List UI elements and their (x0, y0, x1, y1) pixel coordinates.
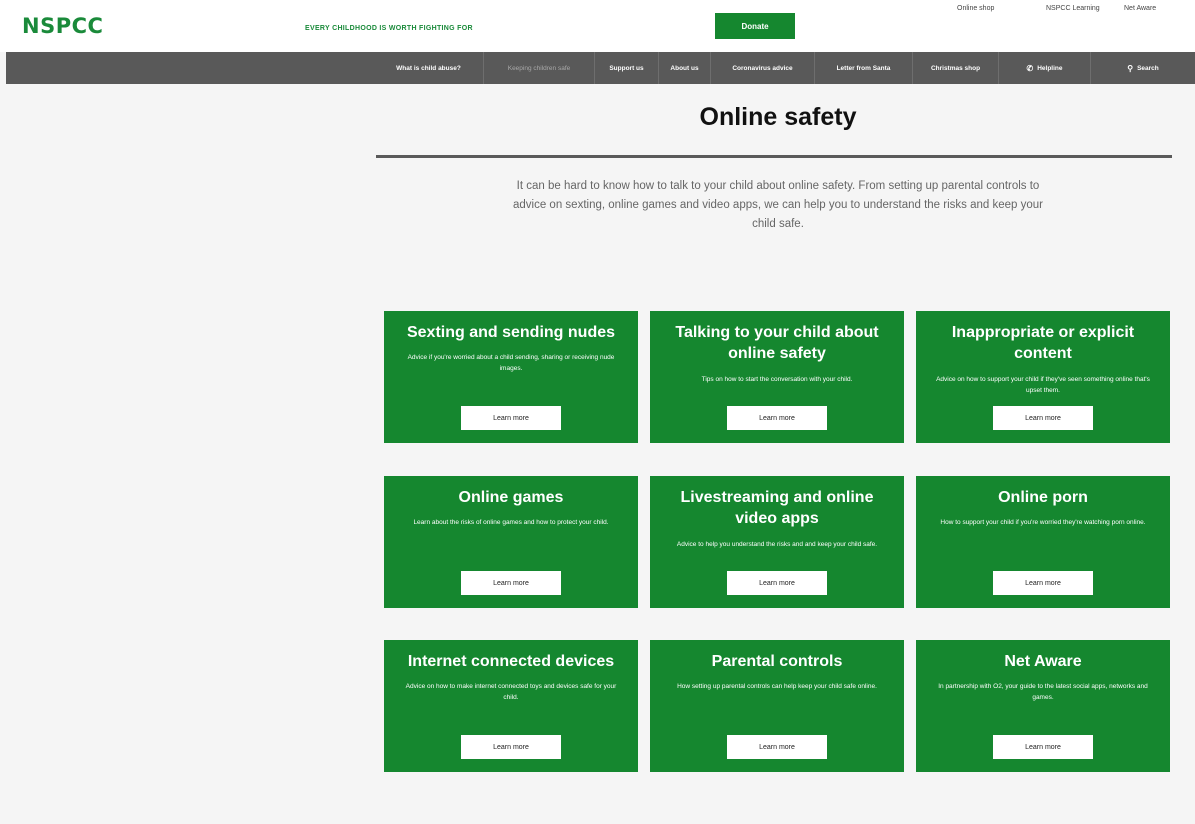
learn-more-button[interactable]: Learn more (993, 571, 1093, 595)
learn-more-button[interactable]: Learn more (461, 406, 561, 430)
card-description: Learn about the risks of online games an… (413, 519, 609, 526)
card-title: Parental controls (711, 653, 843, 670)
card-description: How to support your child if you're worr… (940, 519, 1146, 526)
card-internet-connected-devices: Internet connected devices Advice on how… (384, 640, 638, 772)
donate-button[interactable]: Donate (715, 13, 795, 39)
nav-item-support-us[interactable]: Support us (595, 52, 659, 84)
helpline-label: Helpline (1037, 64, 1063, 72)
card-net-aware: Net Aware In partnership with O2, your g… (916, 640, 1170, 772)
site-header: NSPCC EVERY CHILDHOOD IS WORTH FIGHTING … (0, 0, 1195, 52)
learn-more-button[interactable]: Learn more (727, 406, 827, 430)
card-title: Talking to your child about online safet… (675, 324, 879, 362)
card-description: Advice if you're worried about a child s… (407, 354, 615, 372)
card-livestreaming: Livestreaming and online video apps Advi… (650, 476, 904, 608)
card-description: Tips on how to start the conversation wi… (701, 376, 853, 383)
helpline-link[interactable]: ✆ Helpline (999, 52, 1091, 84)
nav-item-keeping-children-safe[interactable]: Keeping children safe (484, 52, 595, 84)
nav-item-christmas-shop[interactable]: Christmas shop (913, 52, 999, 84)
card-inappropriate-content: Inappropriate or explicit content Advice… (916, 311, 1170, 443)
learn-more-button[interactable]: Learn more (461, 735, 561, 759)
page-title: Online safety (699, 103, 857, 131)
utility-link-nspcc-learning[interactable]: NSPCC Learning (1046, 5, 1100, 12)
search-button[interactable]: ⚲ Search (1091, 52, 1195, 84)
learn-more-button[interactable]: Learn more (993, 735, 1093, 759)
learn-more-button[interactable]: Learn more (993, 406, 1093, 430)
card-description: In partnership with O2, your guide to th… (938, 683, 1148, 701)
learn-more-button[interactable]: Learn more (727, 735, 827, 759)
nav-item-coronavirus-advice[interactable]: Coronavirus advice (711, 52, 815, 84)
card-description: Advice to help you understand the risks … (676, 541, 878, 548)
nav-item-letter-from-santa[interactable]: Letter from Santa (815, 52, 913, 84)
card-description: Advice on how to support your child if t… (936, 376, 1150, 394)
card-description: Advice on how to make internet connected… (405, 683, 617, 701)
card-online-porn: Online porn How to support your child if… (916, 476, 1170, 608)
utility-link-online-shop[interactable]: Online shop (957, 5, 994, 12)
card-sexting: Sexting and sending nudes Advice if you'… (384, 311, 638, 443)
card-description: How setting up parental controls can hel… (677, 683, 877, 690)
card-online-games: Online games Learn about the risks of on… (384, 476, 638, 608)
card-parental-controls: Parental controls How setting up parenta… (650, 640, 904, 772)
card-title: Online porn (998, 489, 1088, 506)
nav-item-what-is-child-abuse[interactable]: What is child abuse? (374, 52, 484, 84)
title-divider (376, 155, 1172, 158)
learn-more-button[interactable]: Learn more (727, 571, 827, 595)
phone-icon: ✆ (1026, 63, 1034, 73)
nav-item-about-us[interactable]: About us (659, 52, 711, 84)
card-talking-to-your-child: Talking to your child about online safet… (650, 311, 904, 443)
card-title: Net Aware (1004, 653, 1082, 670)
tagline: EVERY CHILDHOOD IS WORTH FIGHTING FOR (305, 25, 473, 32)
nspcc-logo[interactable]: NSPCC (22, 14, 103, 38)
card-title: Inappropriate or explicit content (951, 324, 1135, 362)
card-title: Online games (458, 489, 564, 506)
card-title: Internet connected devices (407, 653, 615, 670)
search-label: Search (1137, 64, 1159, 72)
card-title: Sexting and sending nudes (406, 324, 616, 341)
utility-link-net-aware[interactable]: Net Aware (1124, 5, 1156, 12)
card-title: Livestreaming and online video apps (680, 489, 874, 527)
learn-more-button[interactable]: Learn more (461, 571, 561, 595)
intro-text: It can be hard to know how to talk to yo… (513, 180, 1043, 230)
main-nav: What is child abuse? Keeping children sa… (6, 52, 1195, 84)
search-icon: ⚲ (1127, 63, 1134, 73)
